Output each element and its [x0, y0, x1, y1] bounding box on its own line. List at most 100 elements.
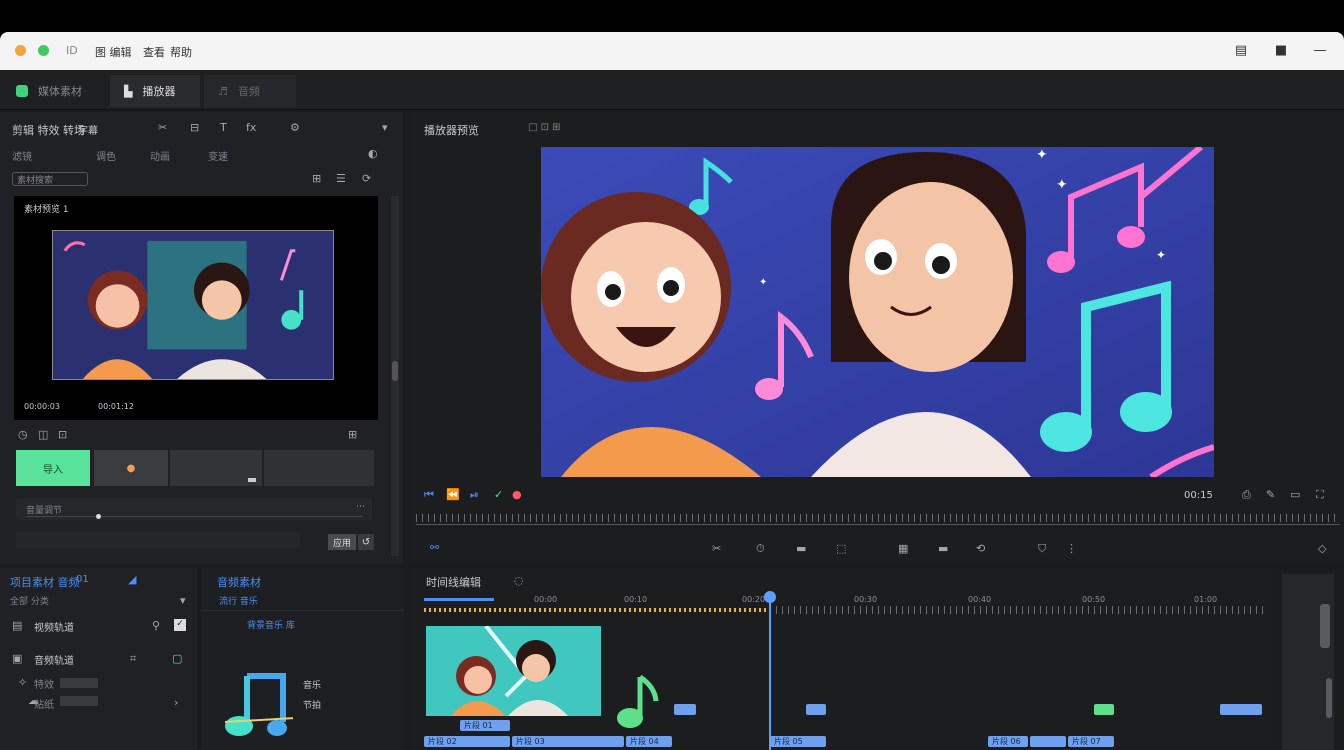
clip-block[interactable]: 片段 05	[770, 736, 826, 747]
left-scrollbar[interactable]	[391, 196, 399, 556]
timeline-scrollbar-thumb[interactable]	[1320, 604, 1330, 648]
refresh-icon[interactable]: ⟳	[362, 172, 371, 185]
clip-block-green[interactable]	[1094, 704, 1114, 715]
filter-icon[interactable]: ⚙	[290, 121, 300, 134]
loop-icon[interactable]: ◫	[38, 428, 48, 441]
import-button[interactable]: 导入	[16, 450, 90, 486]
clip-block[interactable]: 片段 01	[460, 720, 510, 731]
freeze-icon[interactable]: ▦	[898, 542, 908, 555]
menu-item-edit[interactable]: 图 编辑	[95, 44, 132, 60]
mask-icon[interactable]: ⬚	[836, 542, 846, 555]
step-back-icon[interactable]: ⏪	[446, 488, 460, 501]
layers-icon[interactable]: ⊟	[190, 121, 199, 134]
marker-icon[interactable]: ✓	[494, 488, 503, 501]
fullscreen-icon[interactable]: ⊞	[348, 428, 357, 441]
timeline-settings-icon[interactable]: ◌	[514, 574, 524, 587]
split-icon[interactable]: ✂	[712, 542, 721, 555]
split-track-icon[interactable]: ⌗	[130, 652, 136, 666]
list-icon[interactable]: ☰	[336, 172, 346, 185]
clip-block[interactable]: 片段 02	[424, 736, 510, 747]
search-input[interactable]: 素材搜索	[12, 172, 88, 186]
row-speed[interactable]: 变速	[208, 148, 228, 163]
sort-icon[interactable]: ◢	[128, 573, 136, 586]
expand-icon[interactable]: ⛶	[1316, 488, 1324, 502]
tab-audio[interactable]: ♬ 音频	[204, 75, 296, 107]
checkbox-icon[interactable]: ✓	[174, 619, 186, 631]
tab-player[interactable]: ▙ 播放器	[110, 75, 200, 107]
rewind-icon[interactable]: ⏮	[424, 488, 434, 502]
record-button[interactable]: ●	[94, 450, 168, 486]
cut-icon[interactable]: ✂	[158, 121, 167, 134]
project-item-2[interactable]: 音频轨道	[34, 652, 74, 667]
clip-block[interactable]	[1220, 704, 1262, 715]
row-color[interactable]: 调色	[96, 148, 116, 163]
crop-icon[interactable]: ▬	[796, 542, 806, 555]
pen-icon[interactable]: ✎	[1266, 488, 1275, 501]
maximize-icon[interactable]: ■	[1273, 43, 1289, 58]
zoom-dot[interactable]	[38, 45, 49, 56]
clip-block[interactable]: 片段 07	[1068, 736, 1114, 747]
clip-block[interactable]: 片段 06	[988, 736, 1028, 747]
audio-panel-sub2[interactable]: 背景音乐 库	[247, 618, 295, 631]
work-area-bar[interactable]	[424, 608, 770, 612]
clip-block[interactable]	[806, 704, 826, 715]
menu-item-help[interactable]: 帮助	[170, 44, 192, 60]
clip-block[interactable]	[1030, 736, 1066, 747]
green-status-icon[interactable]: ▢	[172, 652, 182, 665]
record-icon[interactable]: ●	[512, 488, 522, 501]
timeline-ruler[interactable]	[770, 606, 1264, 614]
close-icon[interactable]: —	[1312, 43, 1328, 58]
video-clip-thumbnail[interactable]	[426, 626, 601, 716]
slider-label: 音量调节	[26, 506, 63, 516]
speed-icon[interactable]: ⏱	[756, 542, 765, 556]
minimize-icon[interactable]: ▤	[1233, 43, 1249, 58]
source-preview[interactable]: 素材预览 1 00:00:03 00:01:12	[14, 196, 378, 420]
ratio-icon[interactable]: ▭	[1290, 488, 1300, 501]
apply-button[interactable]: 应用	[328, 534, 356, 550]
main-video-frame[interactable]: ✦ ✦ ✦ ✦	[541, 147, 1214, 477]
menu-item-view[interactable]: 查看	[143, 44, 165, 60]
play-pause-icon[interactable]: ⏯	[470, 488, 479, 502]
collapse-icon[interactable]: ◇	[1318, 542, 1326, 555]
project-item-1[interactable]: 视频轨道	[34, 619, 74, 634]
viewer-title-icons[interactable]: □ ⊡ ⊞	[528, 122, 561, 133]
tab-media[interactable]: 媒体素材	[2, 75, 106, 107]
option-button-b[interactable]	[264, 450, 374, 486]
chevron-down-icon[interactable]: ▾	[382, 121, 388, 134]
link-item-icon[interactable]: ⚲	[152, 619, 160, 632]
mirror-icon[interactable]: ▬	[938, 542, 948, 555]
timeline-scrollbar-thumb-2[interactable]	[1326, 678, 1332, 718]
fx-tool-icon[interactable]: fx	[246, 121, 256, 134]
row-filter[interactable]: 滤镜	[12, 148, 32, 163]
project-filter[interactable]: 全部 分类	[10, 594, 49, 607]
scrub-ruler[interactable]	[416, 514, 1340, 522]
chevron-icon[interactable]: ›	[174, 696, 178, 709]
filter-dropdown-icon[interactable]: ▾	[180, 594, 186, 607]
scrollbar-thumb[interactable]	[392, 361, 398, 381]
clip-block[interactable]	[674, 704, 696, 715]
link-icon[interactable]: ⚯	[430, 541, 439, 554]
row-animation[interactable]: 动画	[150, 148, 170, 163]
option-button-a[interactable]	[170, 450, 262, 486]
playhead[interactable]	[764, 591, 776, 750]
shield-icon[interactable]: ⛉	[1038, 542, 1046, 556]
snapshot-icon[interactable]: ⎙	[1242, 488, 1251, 502]
text-icon[interactable]: T	[220, 121, 227, 134]
project-item-4[interactable]: 贴纸	[34, 696, 54, 711]
volume-slider[interactable]: 音量调节 ⋯	[16, 498, 372, 520]
undo-icon[interactable]: ↺	[358, 534, 374, 550]
play-icon[interactable]: ◷	[18, 428, 28, 441]
slider-more-icon[interactable]: ⋯	[356, 502, 365, 512]
settings-icon[interactable]: ◐	[368, 147, 378, 160]
clip-block[interactable]: 片段 04	[626, 736, 672, 747]
audio-panel-subtitle[interactable]: 流行 音乐	[219, 594, 258, 607]
volume-icon[interactable]: ⊡	[58, 428, 67, 441]
grid-icon[interactable]: ⊞	[312, 172, 321, 185]
clip-block[interactable]: 片段 03	[512, 736, 624, 747]
tab-player-label: 播放器	[142, 85, 176, 98]
close-dot[interactable]	[15, 45, 26, 56]
slider-handle[interactable]	[96, 514, 101, 519]
rotate-icon[interactable]: ⟲	[976, 542, 985, 555]
project-item-3[interactable]: 特效	[34, 676, 54, 691]
more-icon[interactable]: ⋮	[1066, 542, 1077, 555]
